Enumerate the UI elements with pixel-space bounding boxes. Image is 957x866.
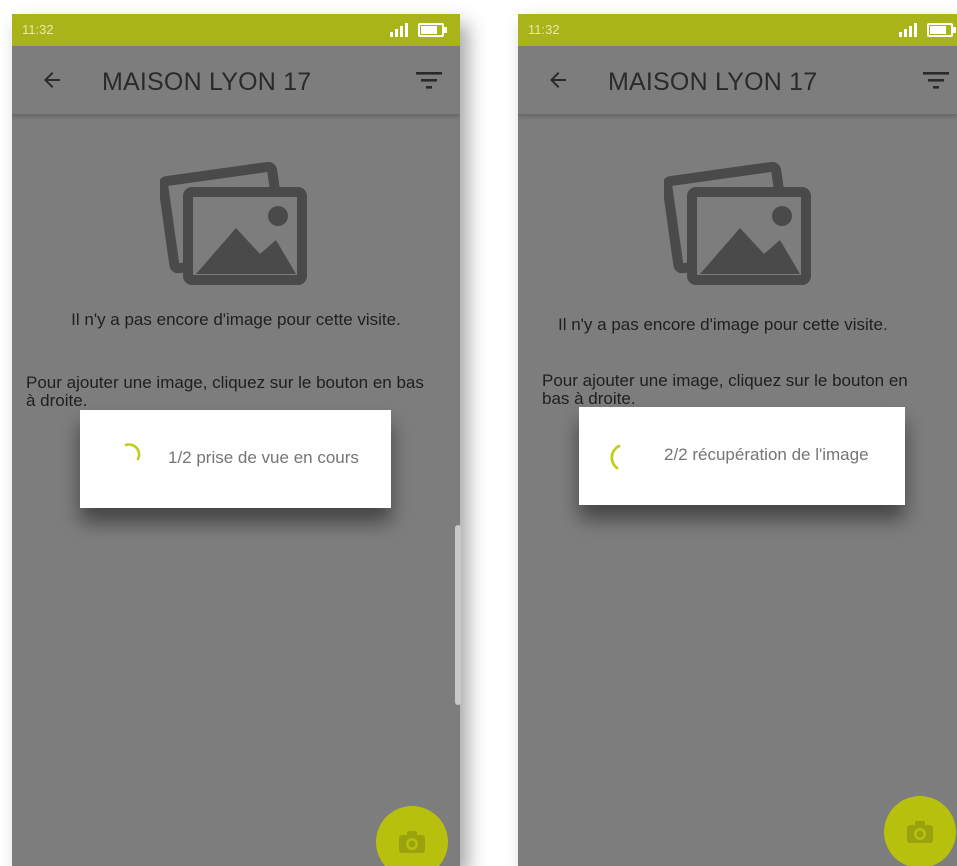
image-gallery-icon xyxy=(664,161,811,285)
status-bar: 11:32 xyxy=(518,14,957,46)
camera-button[interactable] xyxy=(376,806,448,866)
signal-icon xyxy=(899,23,917,37)
page-title: MAISON LYON 17 xyxy=(102,68,312,96)
status-icons xyxy=(390,23,447,37)
spinner-icon xyxy=(124,443,141,461)
page-title: MAISON LYON 17 xyxy=(608,68,818,96)
status-bar: 11:32 xyxy=(12,14,460,46)
empty-state-message: Il n'y a pas encore d'image pour cette v… xyxy=(71,310,401,329)
progress-dialog: 1/2 prise de vue en cours xyxy=(80,410,391,508)
arrow-left-icon[interactable] xyxy=(546,68,570,92)
image-gallery-icon xyxy=(160,161,307,285)
phone-screen-left: 11:32 MAISON LYON 17 Il n'y a pas encore… xyxy=(12,14,460,866)
spinner-icon xyxy=(610,444,621,470)
scroll-handle[interactable] xyxy=(455,525,461,705)
filter-icon[interactable] xyxy=(416,70,442,90)
battery-icon xyxy=(418,23,447,37)
phone-screen-right: 11:32 MAISON LYON 17 Il n'y a pas encore… xyxy=(518,14,957,866)
camera-icon xyxy=(907,821,933,843)
arrow-left-icon[interactable] xyxy=(40,68,64,92)
signal-icon xyxy=(390,23,408,37)
camera-icon xyxy=(399,831,425,853)
filter-icon[interactable] xyxy=(923,70,949,90)
progress-text: 2/2 récupération de l'image xyxy=(664,445,869,464)
camera-button[interactable] xyxy=(884,796,956,866)
progress-text: 1/2 prise de vue en cours xyxy=(168,448,359,467)
battery-icon xyxy=(927,23,956,37)
hint-message: Pour ajouter une image, cliquez sur le b… xyxy=(542,371,908,408)
status-time: 11:32 xyxy=(528,22,560,37)
app-bar: MAISON LYON 17 xyxy=(518,46,957,115)
hint-message: Pour ajouter une image, cliquez sur le b… xyxy=(26,373,424,410)
status-time: 11:32 xyxy=(22,22,54,37)
app-bar: MAISON LYON 17 xyxy=(12,46,460,115)
status-icons xyxy=(899,23,956,37)
progress-dialog: 2/2 récupération de l'image xyxy=(579,407,905,505)
empty-state-message: Il n'y a pas encore d'image pour cette v… xyxy=(558,315,888,334)
